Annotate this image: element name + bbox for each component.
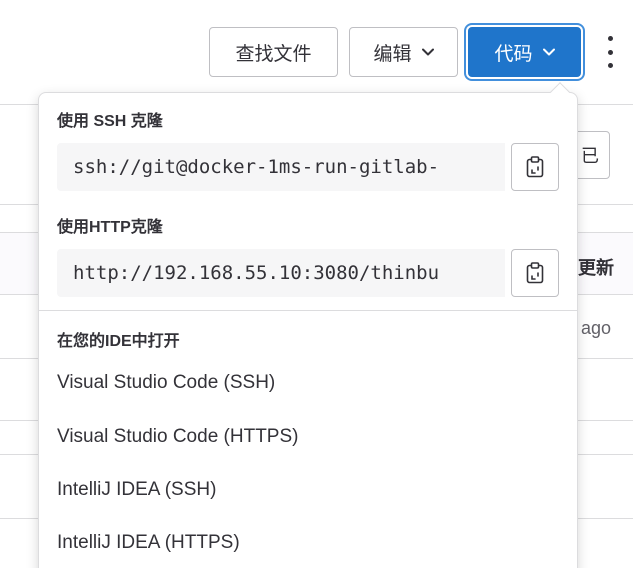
open-in-ide-title: 在您的IDE中打开: [57, 333, 180, 350]
edit-dropdown-button[interactable]: 编辑: [349, 27, 458, 77]
partial-button-text: 已: [581, 146, 599, 166]
find-file-button[interactable]: 查找文件: [209, 27, 338, 77]
copy-ssh-url-button[interactable]: [511, 143, 559, 191]
ide-item-vscode-https[interactable]: Visual Studio Code (HTTPS): [57, 426, 298, 448]
clone-dropdown: 使用 SSH 克隆 ssh://git@docker-1ms-run-gitla…: [38, 82, 578, 568]
code-label: 代码: [494, 43, 533, 65]
code-dropdown-button[interactable]: 代码: [468, 27, 581, 77]
dropdown-divider: [39, 310, 577, 311]
find-file-label: 查找文件: [235, 43, 312, 65]
ide-item-vscode-ssh[interactable]: Visual Studio Code (SSH): [57, 372, 275, 394]
http-clone-title: 使用HTTP克隆: [57, 219, 163, 236]
http-url-input[interactable]: http://192.168.55.10:3080/thinbu: [57, 249, 505, 297]
column-header-last-update: 更新: [578, 258, 614, 278]
chevron-down-icon: [421, 48, 434, 56]
clipboard-icon: [526, 262, 544, 284]
repository-page: 已 更新 ago 查找文件 编辑 代码 使用 SSH 克隆 ssh://git@…: [0, 0, 633, 568]
ide-item-intellij-https[interactable]: IntelliJ IDEA (HTTPS): [57, 532, 240, 554]
copy-http-url-button[interactable]: [511, 249, 559, 297]
chevron-down-icon: [542, 48, 555, 56]
dropdown-caret: [550, 82, 570, 102]
row-last-update: ago: [581, 318, 612, 338]
ssh-url-input[interactable]: ssh://git@docker-1ms-run-gitlab-: [57, 143, 505, 191]
edit-label: 编辑: [373, 43, 412, 65]
more-actions-kebab-icon[interactable]: [602, 36, 618, 68]
ssh-clone-title: 使用 SSH 克隆: [57, 113, 163, 130]
ide-item-intellij-ssh[interactable]: IntelliJ IDEA (SSH): [57, 479, 216, 501]
clipboard-icon: [526, 156, 544, 178]
